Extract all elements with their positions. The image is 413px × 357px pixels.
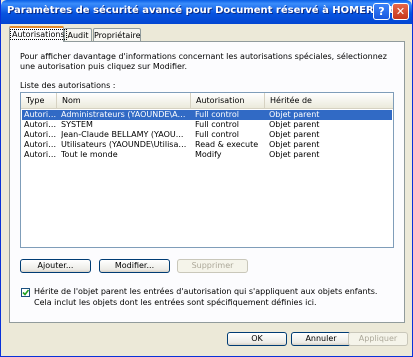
- title-bar[interactable]: Paramètres de sécurité avancé pour Docum…: [1, 0, 412, 24]
- list-label: Liste des autorisations :: [20, 81, 116, 90]
- tab-autorisations[interactable]: Autorisations: [9, 26, 67, 42]
- tab-proprietaire[interactable]: Propriétaire: [93, 28, 141, 41]
- cell-type: Autoriser: [24, 110, 60, 119]
- cell-name: Tout le monde: [61, 150, 118, 159]
- cell-inherited: Objet parent: [269, 150, 320, 159]
- intro-text: Pour afficher davantage d'informations c…: [20, 52, 387, 71]
- window-title: Paramètres de sécurité avancé pour Docum…: [7, 5, 394, 16]
- table-row[interactable]: Autoriser SYSTEM Full control Objet pare…: [22, 120, 392, 130]
- cell-permission: Full control: [195, 110, 239, 119]
- cell-permission: Read & execute: [195, 140, 259, 149]
- list-header: Type Nom Autorisation Héritée de: [21, 93, 393, 109]
- table-row[interactable]: Autoriser Jean-Claude BELLAMY (YAOU... F…: [22, 130, 392, 140]
- column-header-name[interactable]: Nom: [57, 93, 191, 108]
- cell-type: Autoriser: [24, 140, 60, 149]
- help-button[interactable]: ?: [373, 3, 390, 20]
- apply-button[interactable]: Appliquer: [348, 332, 408, 346]
- add-button[interactable]: Ajouter...: [20, 259, 91, 273]
- close-button[interactable]: ✕: [392, 3, 409, 20]
- edit-button[interactable]: Modifier...: [99, 259, 170, 273]
- tab-audit[interactable]: Audit: [64, 28, 92, 41]
- permissions-panel: Pour afficher davantage d'informations c…: [9, 41, 405, 323]
- cell-type: Autoriser: [24, 150, 60, 159]
- dialog-window: Paramètres de sécurité avancé pour Docum…: [0, 0, 413, 357]
- table-row[interactable]: Autoriser Utilisateurs (YAOUNDE\Utilisat…: [22, 140, 392, 150]
- cell-inherited: Objet parent: [269, 120, 320, 129]
- table-row[interactable]: Autoriser Administrateurs (YAOUNDE\Ad...…: [22, 110, 392, 120]
- ok-button[interactable]: OK: [227, 332, 287, 346]
- tab-label: Autorisations: [10, 29, 67, 40]
- column-header-inherited[interactable]: Héritée de: [265, 93, 393, 108]
- cell-name: Utilisateurs (YAOUNDE\Utilisate...: [61, 140, 189, 149]
- permissions-list[interactable]: Type Nom Autorisation Héritée de Autoris…: [20, 92, 394, 248]
- cell-permission: Modify: [195, 150, 222, 159]
- cell-permission: Full control: [195, 130, 239, 139]
- cell-name: Administrateurs (YAOUNDE\Ad...: [61, 110, 189, 119]
- cell-type: Autoriser: [24, 130, 60, 139]
- inherit-checkbox-label[interactable]: Hérite de l'objet parent les entrées d'a…: [34, 286, 394, 308]
- cell-permission: Full control: [195, 120, 239, 129]
- cell-inherited: Objet parent: [269, 140, 320, 149]
- column-header-permission[interactable]: Autorisation: [191, 93, 265, 108]
- table-row[interactable]: Autoriser Tout le monde Modify Objet par…: [22, 150, 392, 160]
- cell-type: Autoriser: [24, 120, 60, 129]
- column-header-type[interactable]: Type: [21, 93, 57, 108]
- checkmark-icon: [22, 289, 29, 296]
- cell-name: Jean-Claude BELLAMY (YAOU...: [61, 130, 184, 139]
- cell-inherited: Objet parent: [269, 110, 320, 119]
- cell-name: SYSTEM: [61, 120, 93, 129]
- cell-inherited: Objet parent: [269, 130, 320, 139]
- inherit-checkbox[interactable]: [21, 288, 30, 297]
- remove-button[interactable]: Supprimer: [177, 259, 248, 273]
- cancel-button[interactable]: Annuler: [291, 332, 351, 346]
